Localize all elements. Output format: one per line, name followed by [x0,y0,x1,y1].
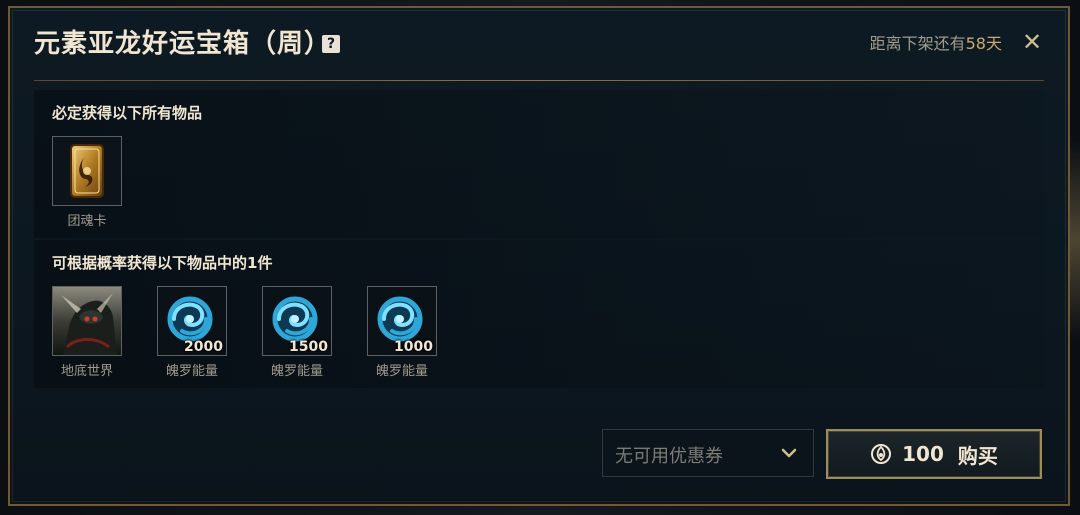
reward-item-label: 地底世界 [60,364,113,379]
chevron-down-icon [781,448,797,458]
reward-item-frame: 2000 [157,286,227,356]
reward-item-label: 魄罗能量 [375,364,428,379]
chance-title: 可根据概率获得以下物品中的1件 [52,254,273,272]
dialog-title: 元素亚龙好运宝箱（周） [34,29,332,59]
expiry-countdown: 距离下架还有58天 [870,32,1002,56]
reward-item[interactable]: 1000 魄罗能量 [367,286,437,379]
help-icon[interactable]: ? [322,35,340,53]
guaranteed-title: 必定获得以下所有物品 [52,104,203,122]
guaranteed-section: 必定获得以下所有物品 团魂卡 [34,90,1044,238]
lucky-chest-dialog: 元素亚龙好运宝箱（周） ? 距离下架还有58天 ✕ 必定获得以下所有物品 团魂卡… [8,6,1070,506]
reward-item[interactable]: 2000 魄罗能量 [157,286,227,379]
reward-item-frame: 1000 [367,286,437,356]
reward-item-qty: 1500 [289,339,328,355]
buy-button-content: 100 购买 [828,431,1040,477]
soul-card-icon [53,137,121,205]
reward-item[interactable]: 团魂卡 [52,136,122,229]
reward-item-label: 魄罗能量 [165,364,218,379]
currency-coin-icon [871,444,892,464]
reward-item-label: 魄罗能量 [270,364,323,379]
coupon-select[interactable]: 无可用优惠券 [602,429,814,477]
chance-section: 可根据概率获得以下物品中的1件 地底世界 2000 魄罗能量 1500 魄罗能量… [34,240,1044,388]
expiry-prefix: 距离下架还有 [869,34,966,53]
buy-label: 购买 [957,443,998,468]
buy-button[interactable]: 100 购买 [826,429,1042,479]
reward-item-frame: 1500 [262,286,332,356]
expiry-days: 58天 [965,34,1002,53]
reward-item-label: 团魂卡 [67,214,107,229]
reward-item[interactable]: 地底世界 [52,286,122,379]
coupon-select-value: 无可用优惠券 [615,446,723,467]
reward-item-frame [52,286,122,356]
reward-item-qty: 1000 [394,339,433,355]
skin-portrait-icon [53,287,121,355]
reward-item-qty: 2000 [184,339,223,355]
header-divider [34,80,1044,81]
close-icon[interactable]: ✕ [1018,28,1046,56]
buy-price: 100 [902,442,944,466]
reward-item[interactable]: 1500 魄罗能量 [262,286,332,379]
reward-item-frame [52,136,122,206]
